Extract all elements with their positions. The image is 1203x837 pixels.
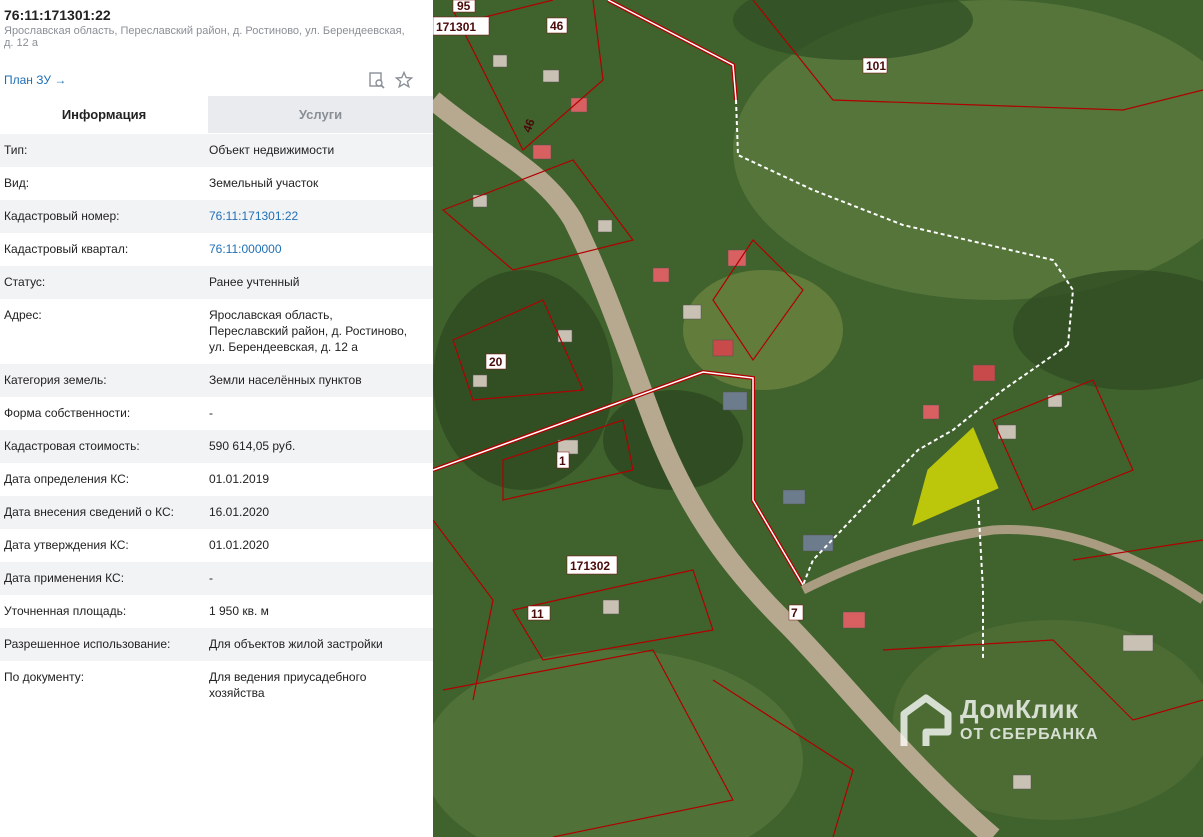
info-label: Кадастровая стоимость: xyxy=(4,439,140,453)
quarter-label-171302: 171302 xyxy=(570,559,610,573)
info-label: Дата применения КС: xyxy=(4,571,125,585)
info-row: Дата применения КС: - xyxy=(0,562,433,595)
info-label: Дата внесения сведений о КС: xyxy=(4,505,174,519)
info-label: Категория земель: xyxy=(4,373,107,387)
info-row: Статус: Ранее учтенный xyxy=(0,266,433,299)
cadastral-map[interactable]: 171301 95 46 46 101 20 1 171302 11 7 Дом… xyxy=(433,0,1203,837)
info-row: Разрешенное использование: Для объектов ж… xyxy=(0,628,433,661)
parcel-label-7: 7 xyxy=(791,606,798,620)
info-value: Объект недвижимости xyxy=(209,143,335,157)
info-row: Категория земель: Земли населённых пункто… xyxy=(0,364,433,397)
info-row: Кадастровый номер: 76:11:171301:22 xyxy=(0,200,433,233)
info-label: Разрешенное использование: xyxy=(4,637,171,651)
info-row: Дата внесения сведений о КС: 16.01.2020 xyxy=(0,496,433,529)
info-value: Земельный участок xyxy=(209,176,319,190)
cadastral-title: 76:11:171301:22 xyxy=(4,7,111,23)
domclick-watermark: ДомКлик ОТ СБЕРБАНКА xyxy=(898,690,1158,760)
info-row: Уточненная площадь: 1 950 кв. м xyxy=(0,595,433,628)
info-value: Ярославская область, Переславский район,… xyxy=(209,308,408,354)
parcel-label-11: 11 xyxy=(531,607,544,621)
info-label: Тип: xyxy=(4,143,28,157)
info-label: По документу: xyxy=(4,670,85,684)
plan-link[interactable]: План ЗУ → xyxy=(4,73,66,87)
parcel-label-95: 95 xyxy=(457,0,471,13)
info-row: Дата определения КС: 01.01.2019 xyxy=(0,463,433,496)
info-label: Кадастровый номер: xyxy=(4,209,120,223)
info-row: Дата утверждения КС: 01.01.2020 xyxy=(0,529,433,562)
info-label: Адрес: xyxy=(4,308,42,322)
info-row: По документу: Для ведения приусадебного х… xyxy=(0,661,433,710)
info-row: Форма собственности: - xyxy=(0,397,433,430)
info-label: Форма собственности: xyxy=(4,406,131,420)
info-value: 590 614,05 руб. xyxy=(209,439,296,453)
info-value: Для ведения приусадебного хозяйства xyxy=(209,670,367,700)
info-label: Дата утверждения КС: xyxy=(4,538,129,552)
watermark-subtitle: ОТ СБЕРБАНКА xyxy=(960,726,1099,743)
info-row: Тип: Объект недвижимости xyxy=(0,134,433,167)
parcel-label-20: 20 xyxy=(489,355,503,369)
info-value-link[interactable]: 76:11:000000 xyxy=(209,241,433,257)
info-label: Статус: xyxy=(4,275,46,289)
info-label: Дата определения КС: xyxy=(4,472,130,486)
search-doc-icon[interactable] xyxy=(368,71,386,89)
info-row: Адрес: Ярославская область, Переславский … xyxy=(0,299,433,364)
info-value: Ранее учтенный xyxy=(209,275,300,289)
tab-information[interactable]: Информация xyxy=(0,96,208,133)
header-address: Ярославская область, Переславский район,… xyxy=(4,25,405,49)
watermark-title: ДомКлик xyxy=(960,694,1079,724)
info-label: Кадастровый квартал: xyxy=(4,242,129,256)
info-panel: 76:11:171301:22 Ярославская область, Пер… xyxy=(0,0,433,837)
domclick-logo-icon xyxy=(900,694,952,746)
parcel-label-101: 101 xyxy=(866,59,886,73)
info-row: Кадастровая стоимость: 590 614,05 руб. xyxy=(0,430,433,463)
info-value: - xyxy=(209,406,213,420)
info-row: Кадастровый квартал: 76:11:000000 xyxy=(0,233,433,266)
tab-bar: Информация Услуги xyxy=(0,96,433,133)
info-value: 01.01.2020 xyxy=(209,538,270,552)
quarter-label-171301: 171301 xyxy=(436,20,476,34)
info-value: Для объектов жилой застройки xyxy=(209,637,383,651)
star-icon[interactable] xyxy=(394,70,414,89)
info-value: 16.01.2020 xyxy=(209,505,270,519)
info-value: - xyxy=(209,571,213,585)
info-value: 1 950 кв. м xyxy=(209,604,269,618)
tab-services[interactable]: Услуги xyxy=(208,96,433,133)
info-label: Вид: xyxy=(4,176,30,190)
info-value: Земли населённых пунктов xyxy=(209,373,362,387)
parcel-label-1: 1 xyxy=(559,454,566,468)
parcel-label-46a: 46 xyxy=(550,19,564,33)
info-label: Уточненная площадь: xyxy=(4,604,127,618)
info-value-link[interactable]: 76:11:171301:22 xyxy=(209,208,433,224)
info-table: Тип: Объект недвижимости Вид: Земельный уча… xyxy=(0,134,433,710)
info-row: Вид: Земельный участок xyxy=(0,167,433,200)
info-value: 01.01.2019 xyxy=(209,472,270,486)
